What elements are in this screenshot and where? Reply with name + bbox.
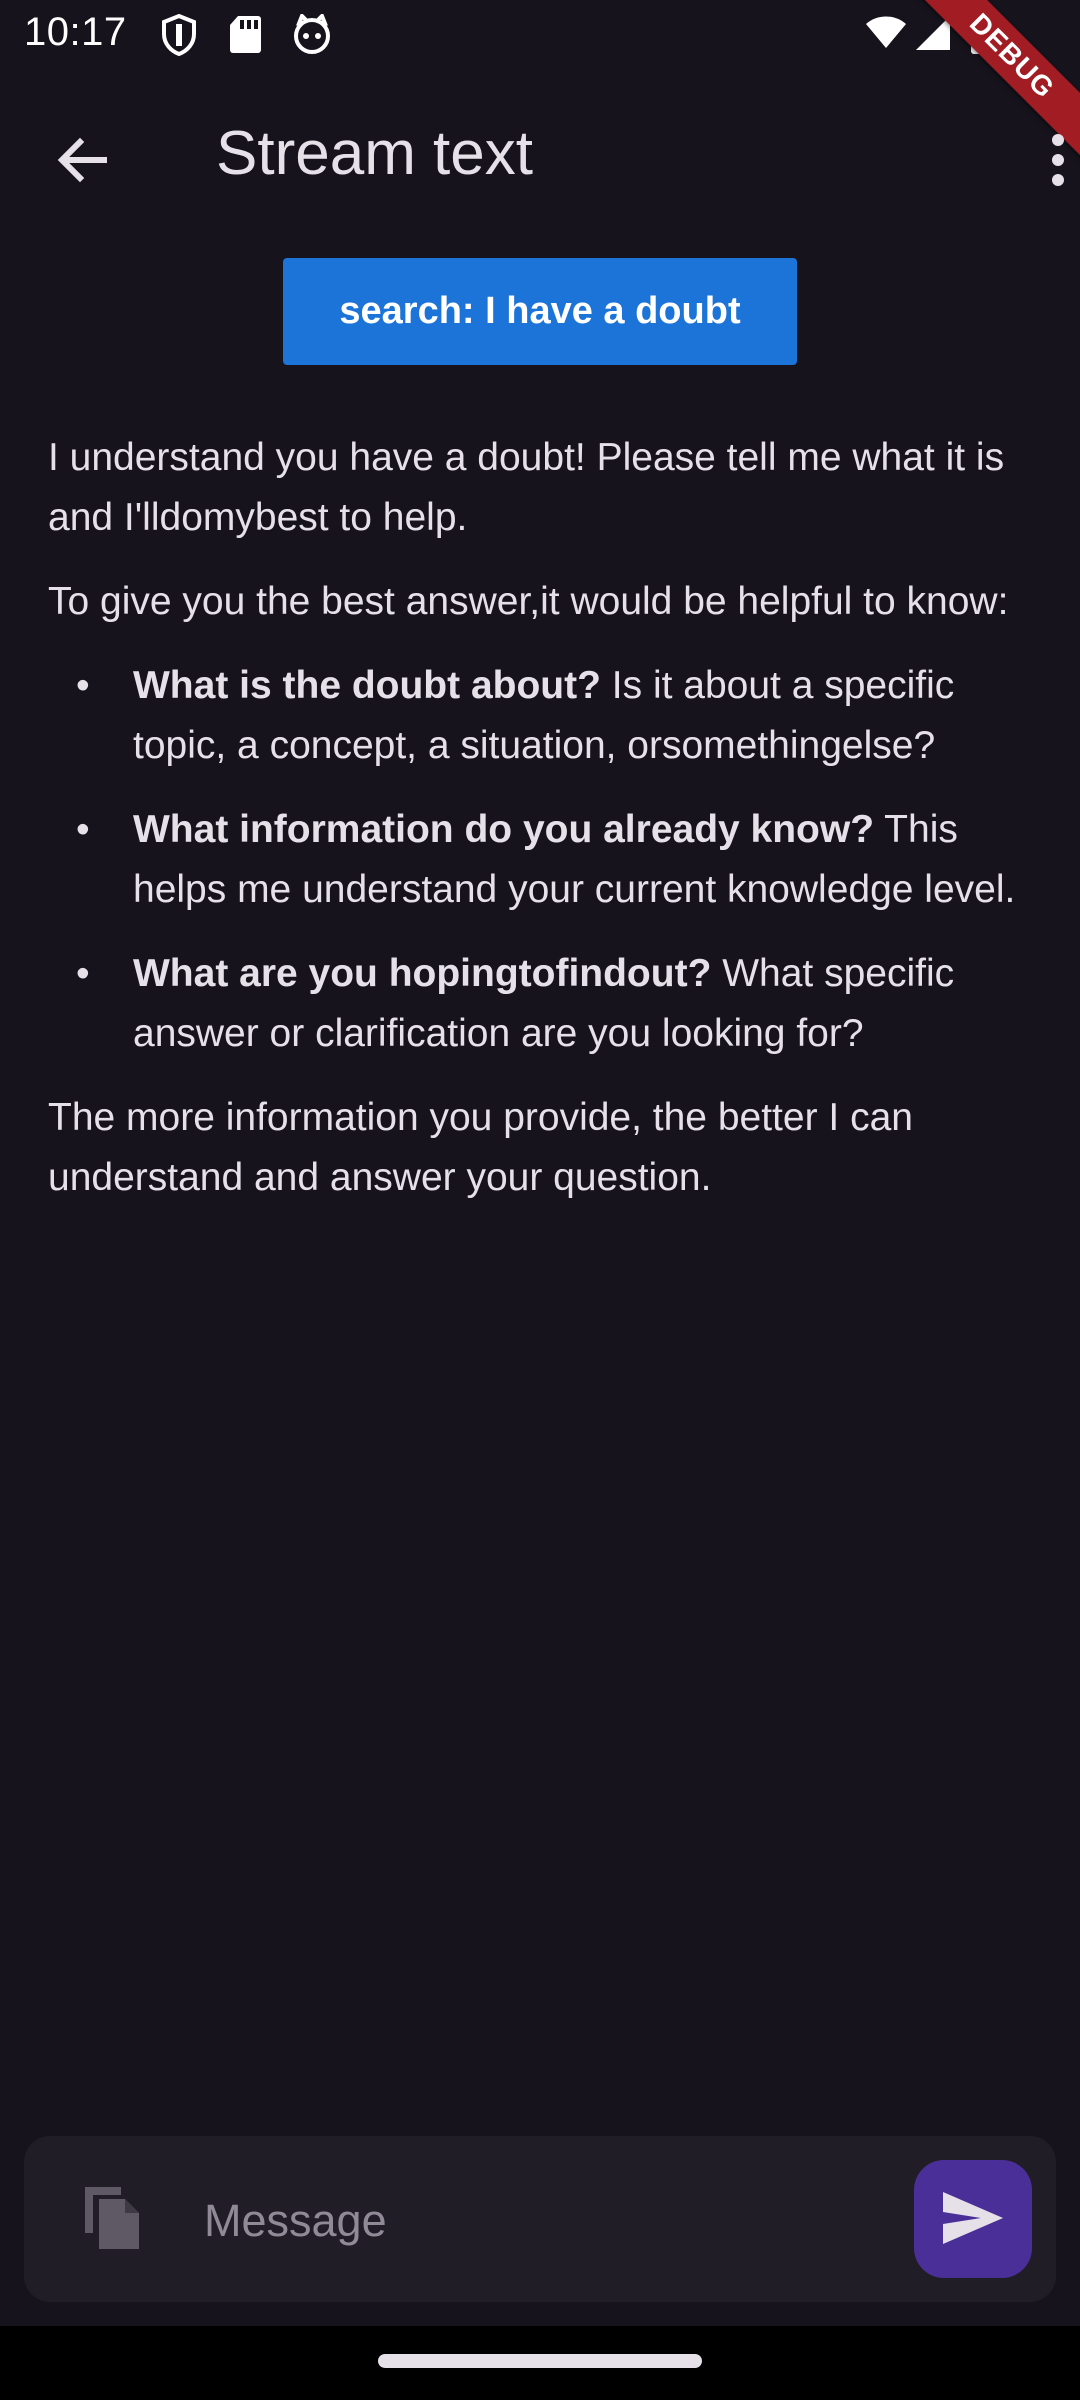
bullet-dot: • — [76, 808, 90, 851]
shield-icon — [160, 13, 198, 61]
home-indicator[interactable] — [378, 2354, 702, 2368]
more-vert-icon — [1044, 132, 1064, 193]
file-copy-icon — [81, 2181, 143, 2256]
status-time: 10:17 — [24, 10, 127, 54]
cat-icon — [292, 12, 332, 59]
search-button[interactable]: search: I have a doubt — [283, 258, 797, 365]
more-options-button[interactable] — [1028, 122, 1080, 202]
response-bullet-list: • What is the doubt about? Is it about a … — [48, 656, 1038, 1064]
list-item: • What is the doubt about? Is it about a … — [48, 656, 1038, 776]
message-input[interactable] — [204, 2176, 904, 2266]
page-title: Stream text — [216, 119, 533, 188]
app-bar: Stream text — [0, 100, 1080, 210]
navigation-bar — [0, 2326, 1080, 2400]
wifi-icon — [864, 14, 908, 55]
bullet-heading: What information do you already know? — [133, 808, 875, 851]
response-lead: To give you the best answer,it would be … — [48, 580, 1009, 623]
status-bar: 10:17 — [0, 0, 1080, 70]
bullet-dot: • — [76, 664, 90, 707]
message-bar — [24, 2136, 1056, 2302]
response-closing: The more information you provide, the be… — [48, 1096, 913, 1199]
send-icon — [941, 2190, 1005, 2249]
list-item: • What information do you already know? T… — [48, 800, 1038, 920]
arrow-back-icon — [56, 134, 108, 191]
sd-card-icon — [228, 14, 262, 59]
response-text: I understand you have a doubt! Please te… — [48, 428, 1038, 1232]
list-item: • What are you hopingtofindout? What spec… — [48, 944, 1038, 1064]
bullet-heading: What are you hopingtofindout? — [133, 952, 712, 995]
send-button[interactable] — [914, 2160, 1032, 2278]
bullet-heading: What is the doubt about? — [133, 664, 601, 707]
back-button[interactable] — [42, 122, 122, 202]
screen: 10:17 DEBUG Stream text search: I have a… — [0, 0, 1080, 2400]
response-intro: I understand you have a doubt! Please te… — [48, 436, 1005, 539]
bullet-dot: • — [76, 952, 90, 995]
attach-file-button[interactable] — [72, 2178, 152, 2258]
